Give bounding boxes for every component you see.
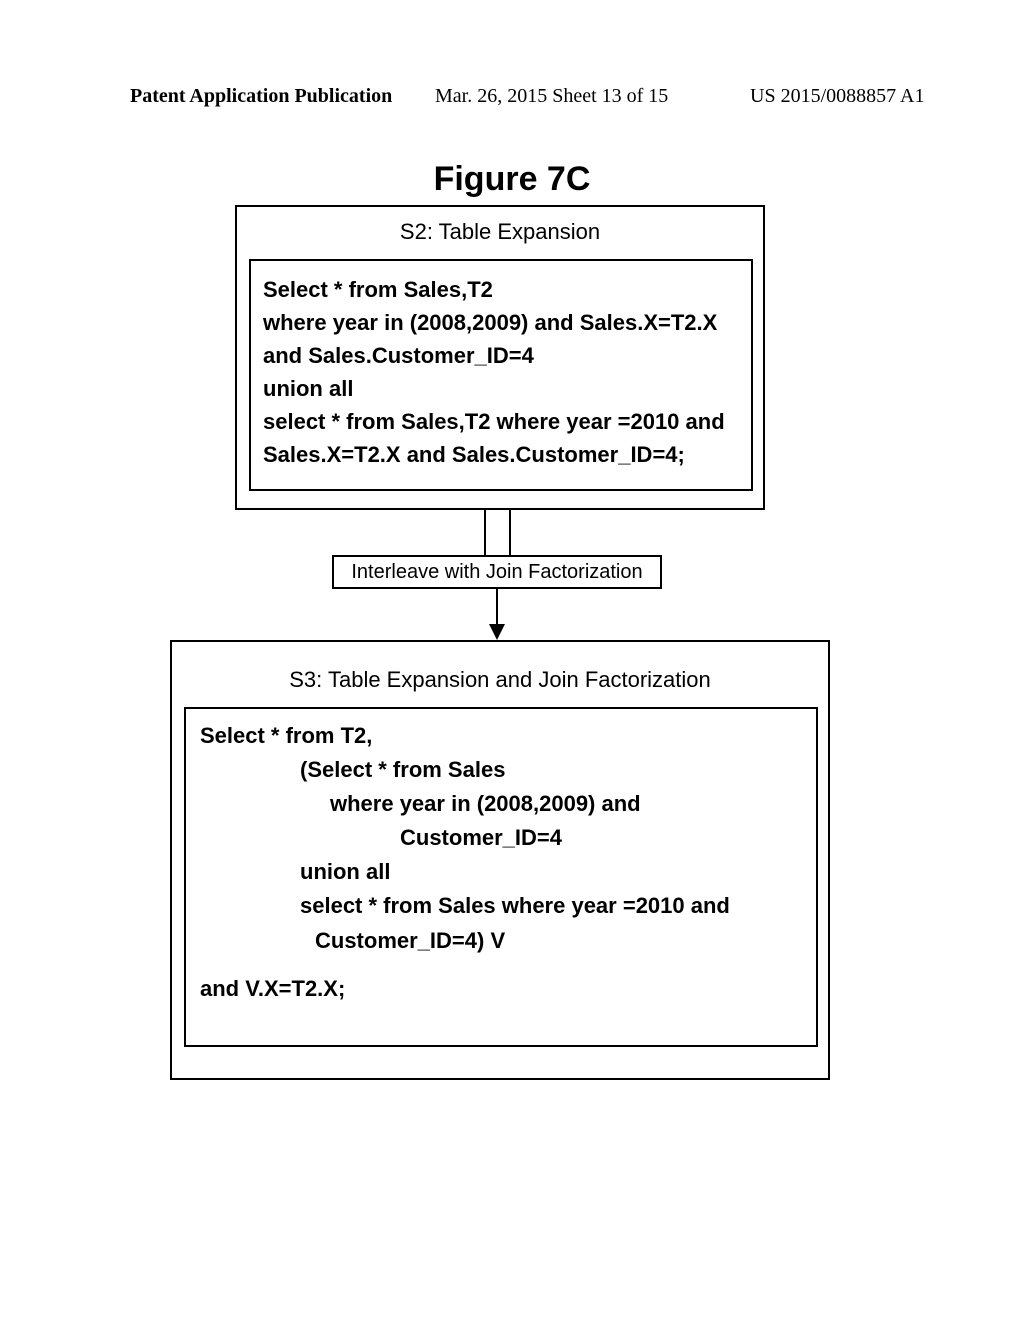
s3-line2: (Select * from Sales	[200, 753, 806, 787]
header-left: Patent Application Publication	[130, 85, 392, 108]
s3-line8: and V.X=T2.X;	[200, 976, 345, 1001]
s2-title: S2: Table Expansion	[237, 207, 763, 245]
interleave-label-box: Interleave with Join Factorization	[332, 555, 662, 589]
header-right: US 2015/0088857 A1	[750, 85, 924, 108]
s3-line7: Customer_ID=4) V	[200, 924, 806, 958]
s3-line3: where year in (2008,2009) and	[200, 787, 806, 821]
header-mid: Mar. 26, 2015 Sheet 13 of 15	[435, 85, 668, 108]
s2-line5: select * from Sales,T2 where year =2010 …	[263, 409, 725, 434]
s3-line6: select * from Sales where year =2010 and	[200, 889, 806, 923]
figure-title: Figure 7C	[0, 160, 1024, 199]
s3-line4: Customer_ID=4	[200, 821, 806, 855]
interleave-label: Interleave with Join Factorization	[351, 561, 642, 583]
s3-line1: Select * from T2,	[200, 723, 372, 748]
s2-line4: union all	[263, 376, 353, 401]
s3-line5: union all	[200, 855, 806, 889]
s2-line3: and Sales.Customer_ID=4	[263, 343, 534, 368]
s3-box: S3: Table Expansion and Join Factorizati…	[170, 640, 830, 1080]
s2-line6: Sales.X=T2.X and Sales.Customer_ID=4;	[263, 442, 685, 467]
s2-query-box: Select * from Sales,T2 where year in (20…	[249, 259, 753, 491]
s2-box: S2: Table Expansion Select * from Sales,…	[235, 205, 765, 510]
s3-title: S3: Table Expansion and Join Factorizati…	[172, 642, 828, 693]
s2-line2: where year in (2008,2009) and Sales.X=T2…	[263, 310, 717, 335]
page: Patent Application Publication Mar. 26, …	[0, 0, 1024, 1320]
s2-line1: Select * from Sales,T2	[263, 277, 493, 302]
s3-query-box: Select * from T2, (Select * from Sales w…	[184, 707, 818, 1047]
